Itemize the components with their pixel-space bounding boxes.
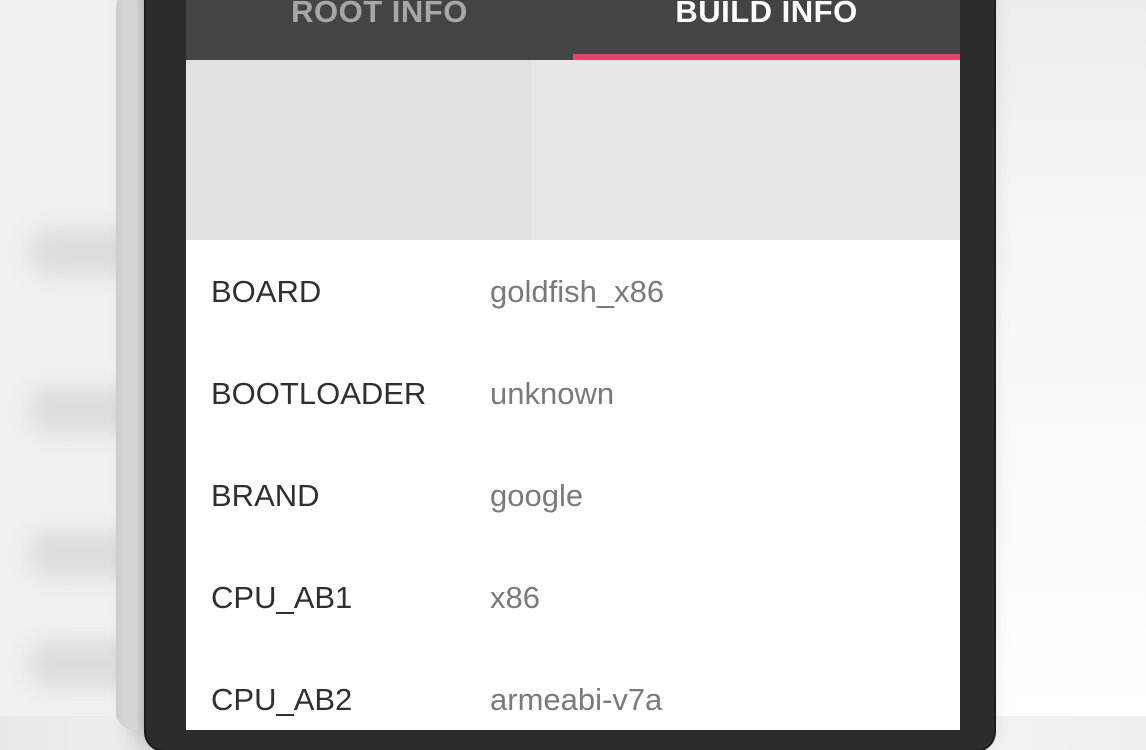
property-value: google — [490, 478, 584, 513]
build-info-list: BOARD goldfish_x86 BOOTLOADER unknown BR… — [186, 240, 960, 730]
list-item[interactable]: CPU_AB1 x86 — [186, 546, 960, 648]
tab-build-info[interactable]: BUILD INFO — [573, 0, 960, 60]
phone-frame: ROOT INFO BUILD INFO BOARD goldfish_x86 … — [146, 0, 994, 750]
list-item[interactable]: CPU_AB2 armeabi-v7a — [186, 648, 960, 730]
tab-bar: ROOT INFO BUILD INFO — [186, 0, 960, 60]
list-item[interactable]: BRAND google — [186, 444, 960, 546]
property-key: BOOTLOADER — [211, 376, 427, 411]
tab-root-info[interactable]: ROOT INFO — [186, 0, 573, 60]
header-banner — [186, 60, 960, 240]
phone-screen: ROOT INFO BUILD INFO BOARD goldfish_x86 … — [186, 0, 960, 730]
property-key: BRAND — [211, 478, 320, 513]
property-value: armeabi-v7a — [490, 682, 663, 717]
banner-shade — [531, 60, 960, 240]
property-key: BOARD — [211, 274, 322, 309]
property-key: CPU_AB1 — [211, 580, 353, 615]
property-key: CPU_AB2 — [211, 682, 353, 717]
property-value: unknown — [490, 376, 615, 411]
list-item[interactable]: BOOTLOADER unknown — [186, 342, 960, 444]
list-item[interactable]: BOARD goldfish_x86 — [186, 240, 960, 342]
property-value: goldfish_x86 — [490, 274, 665, 309]
property-value: x86 — [490, 580, 540, 615]
